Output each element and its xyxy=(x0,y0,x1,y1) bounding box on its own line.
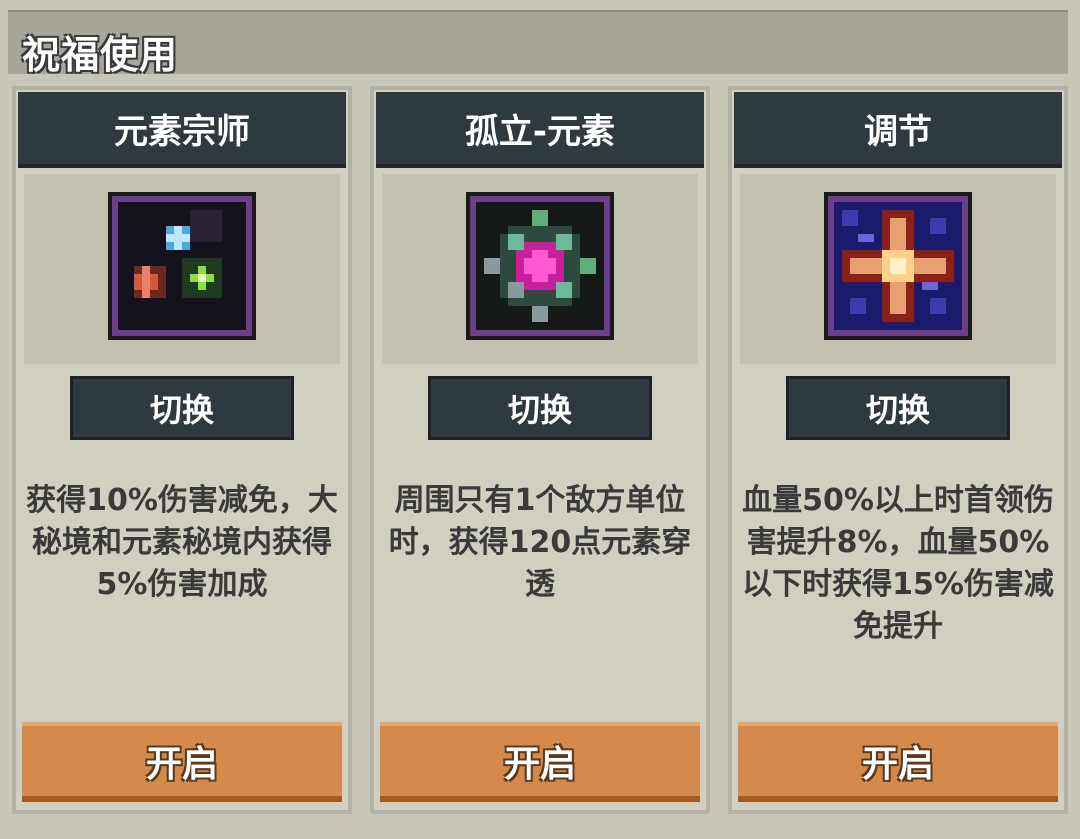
isolated-gem-icon xyxy=(466,192,614,340)
card-header: 孤立-元素 xyxy=(376,92,704,168)
title-bar: 祝福使用 xyxy=(8,10,1068,77)
icon-area xyxy=(24,174,340,364)
cross-star-icon xyxy=(824,192,972,340)
blessing-card-isolated-element: 孤立-元素 切换 周围只有1个敌方单位时，获得120点元素穿透 开启 xyxy=(370,86,710,814)
open-button[interactable]: 开启 xyxy=(22,722,342,802)
card-description: 血量50%以上时首领伤害提升8%，血量50%以下时获得15%伤害减免提升 xyxy=(742,483,1054,644)
icon-area xyxy=(740,174,1056,364)
card-header: 元素宗师 xyxy=(18,92,346,168)
card-title: 孤立-元素 xyxy=(464,112,616,152)
elements-gems-icon xyxy=(108,192,256,340)
switch-button[interactable]: 切换 xyxy=(786,376,1010,440)
icon-area xyxy=(382,174,698,364)
page-title: 祝福使用 xyxy=(22,33,179,77)
blessing-card-element-master: 元素宗师 切换 获得10%伤害减免，大秘境和元素秘境内获得5%伤害加成 开启 xyxy=(12,86,352,814)
card-description: 获得10%伤害减免，大秘境和元素秘境内获得5%伤害加成 xyxy=(26,483,338,602)
card-header: 调节 xyxy=(734,92,1062,168)
card-title: 元素宗师 xyxy=(114,112,250,152)
switch-button[interactable]: 切换 xyxy=(428,376,652,440)
open-button[interactable]: 开启 xyxy=(380,722,700,802)
card-title: 调节 xyxy=(864,112,932,152)
switch-button[interactable]: 切换 xyxy=(70,376,294,440)
open-button[interactable]: 开启 xyxy=(738,722,1058,802)
card-description: 周围只有1个敌方单位时，获得120点元素穿透 xyxy=(388,483,692,602)
blessing-card-adjust: 调节 切换 血量50%以上时首领伤害提升8%，血量50%以下时获得15%伤害减免… xyxy=(728,86,1068,814)
